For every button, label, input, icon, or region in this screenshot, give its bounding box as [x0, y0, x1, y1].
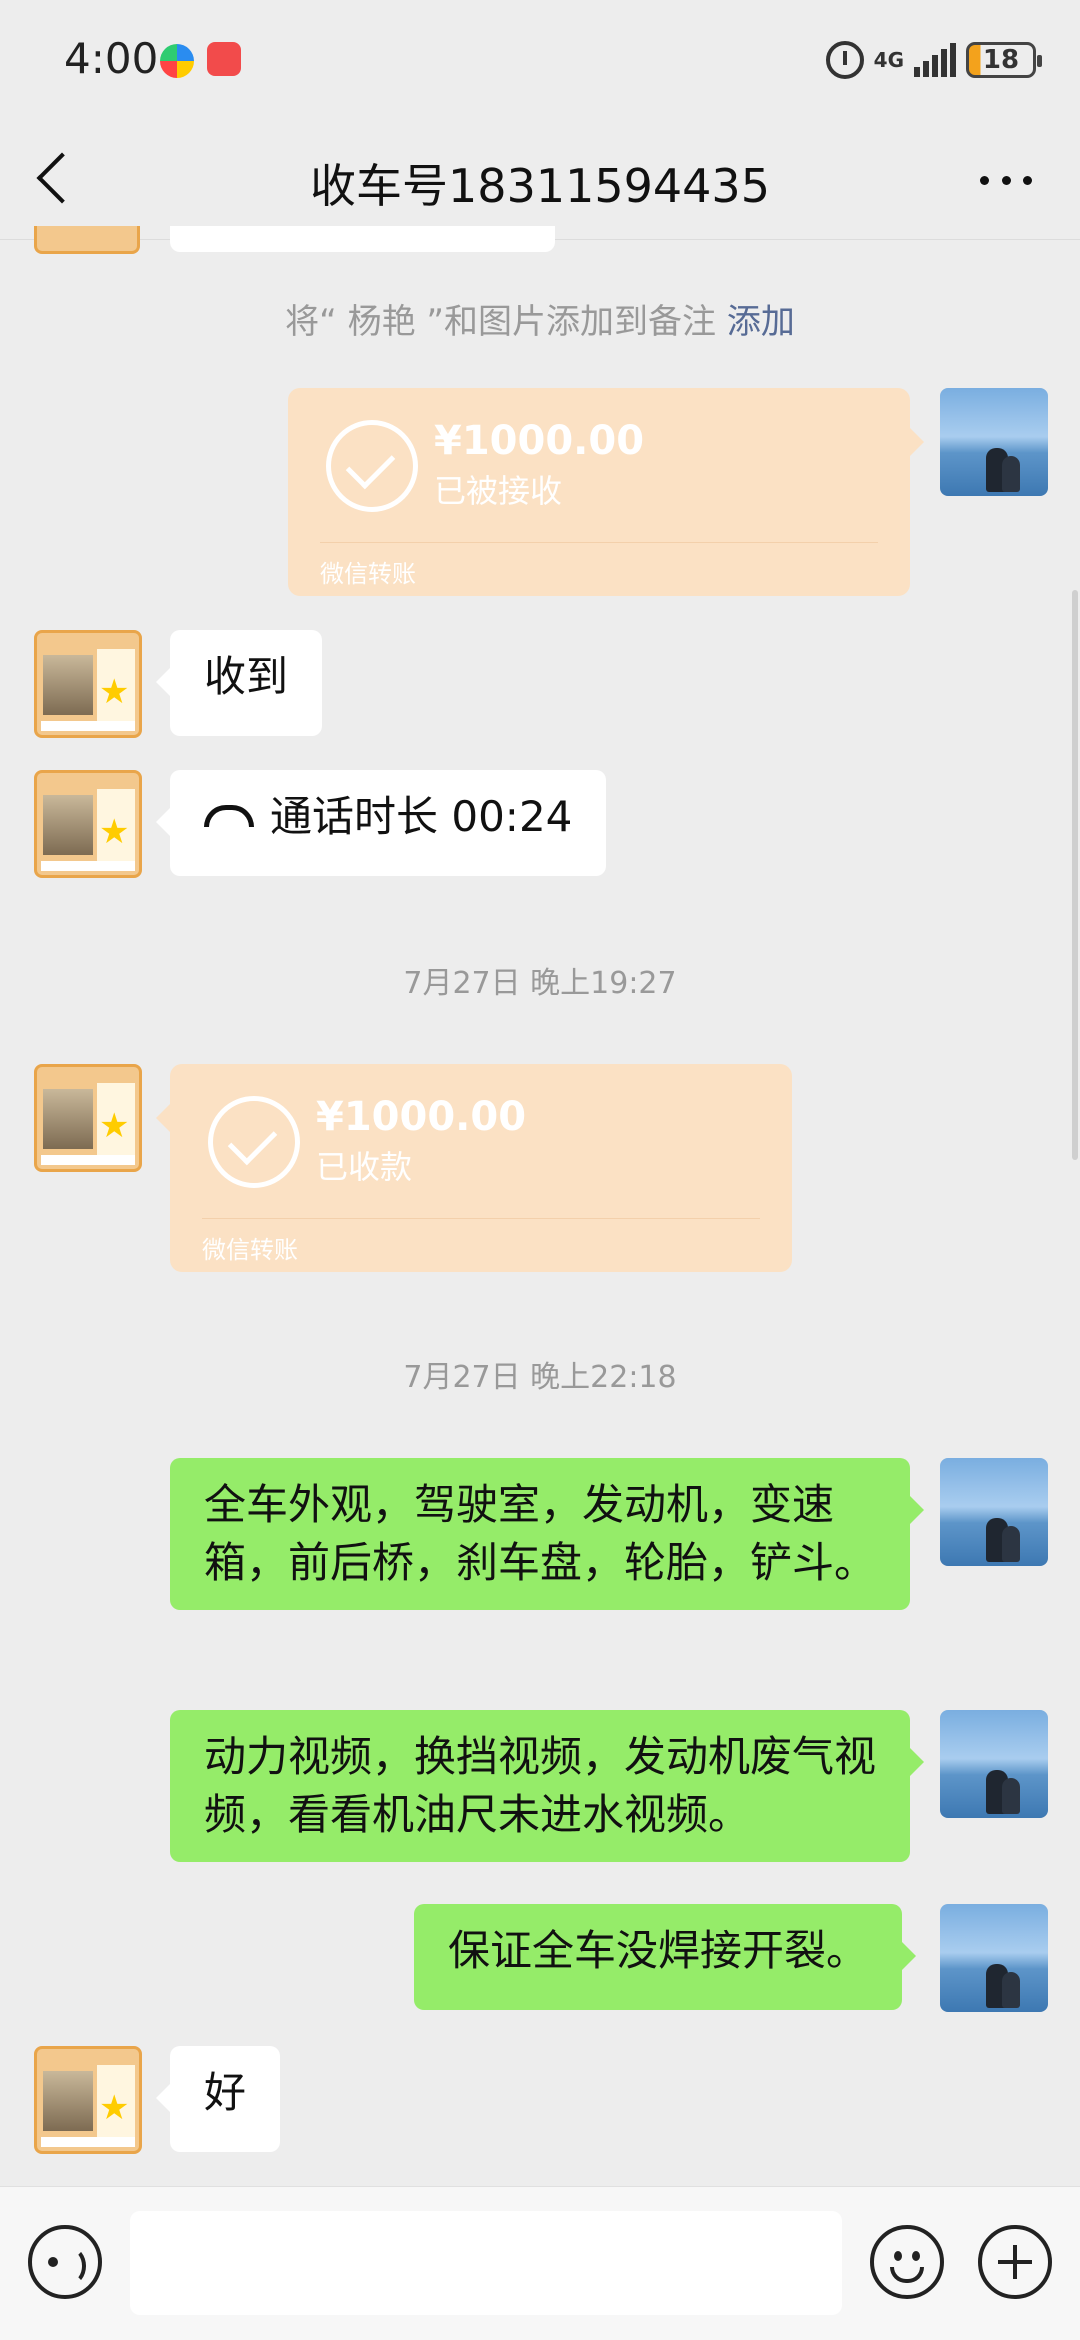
- transfer-divider: [202, 1218, 760, 1219]
- contact-avatar[interactable]: ★: [34, 630, 142, 738]
- previous-message-bubble[interactable]: [170, 226, 555, 252]
- transfer-amount: ¥1000.00: [316, 1094, 527, 1140]
- remark-suggestion: 将“ 杨艳 ”和图片添加到备注 添加: [0, 294, 1080, 343]
- battery-level: 18: [982, 45, 1020, 75]
- self-avatar[interactable]: [940, 1904, 1048, 2012]
- transfer-footer: 微信转账: [202, 1236, 298, 1264]
- app-notification-icon: [160, 44, 194, 78]
- message-text: 收到: [204, 652, 289, 701]
- call-record-bubble[interactable]: 通话时长 00:24: [155, 770, 607, 876]
- status-time: 4:00: [64, 34, 159, 83]
- phone-icon: [204, 804, 254, 827]
- voice-input-icon[interactable]: [28, 2225, 102, 2299]
- input-bar: [0, 2186, 1080, 2340]
- message-bubble-sent[interactable]: 动力视频，换挡视频，发动机废气视频，看看机油尺未进水视频。: [170, 1710, 924, 1862]
- alarm-icon: [825, 41, 864, 79]
- check-circle-icon: [326, 420, 418, 512]
- chat-title: 收车号18311594435: [310, 159, 770, 213]
- chat-header: 收车号18311594435: [0, 120, 1080, 240]
- signal-icon: [914, 43, 956, 77]
- huawei-store-icon: [207, 42, 241, 76]
- message-bubble-sent[interactable]: 全车外观，驾驶室，发动机，变速箱，前后桥，刹车盘，轮胎，铲斗。: [170, 1458, 924, 1610]
- message-text: 保证全车没焊接开裂。: [448, 1926, 869, 1975]
- transfer-footer: 微信转账: [320, 560, 416, 588]
- contact-avatar[interactable]: ★: [34, 770, 142, 878]
- message-input[interactable]: [130, 2211, 842, 2315]
- contact-avatar[interactable]: ★: [34, 2046, 142, 2154]
- transfer-card-received[interactable]: ¥1000.00 已收款 微信转账: [156, 1064, 792, 1272]
- more-options-icon[interactable]: [980, 176, 1032, 186]
- contact-avatar[interactable]: [34, 226, 140, 254]
- remark-suggestion-text: 将“ 杨艳 ”和图片添加到备注: [285, 302, 727, 342]
- message-text: 好: [204, 2068, 247, 2117]
- self-avatar[interactable]: [940, 1458, 1048, 1566]
- status-indicators: 4G 18: [825, 36, 1042, 84]
- timestamp: 7月27日 晚上22:18: [403, 1360, 677, 1395]
- self-avatar[interactable]: [940, 388, 1048, 496]
- transfer-divider: [320, 542, 878, 543]
- more-functions-icon[interactable]: [978, 2225, 1052, 2299]
- timestamp: 7月27日 晚上19:27: [403, 966, 677, 1001]
- message-bubble-received[interactable]: 收到: [155, 630, 323, 736]
- message-text: 动力视频，换挡视频，发动机废气视频，看看机油尺未进水视频。: [204, 1732, 877, 1839]
- network-type: 4G: [873, 48, 904, 72]
- check-circle-icon: [208, 1096, 300, 1188]
- scrollbar[interactable]: [1072, 590, 1078, 1160]
- status-bar: 4:00 4G 18: [0, 0, 1080, 120]
- battery-icon: 18: [966, 42, 1042, 78]
- message-bubble-sent[interactable]: 保证全车没焊接开裂。: [414, 1904, 917, 2010]
- add-remark-link[interactable]: 添加: [727, 302, 795, 342]
- message-text: 全车外观，驾驶室，发动机，变速箱，前后桥，刹车盘，轮胎，铲斗。: [204, 1480, 877, 1587]
- contact-avatar[interactable]: ★: [34, 1064, 142, 1172]
- transfer-status: 已被接收: [434, 472, 563, 510]
- self-avatar[interactable]: [940, 1710, 1048, 1818]
- emoji-icon[interactable]: [870, 2225, 944, 2299]
- message-bubble-received[interactable]: 好: [155, 2046, 281, 2152]
- transfer-amount: ¥1000.00: [434, 418, 645, 464]
- transfer-status: 已收款: [316, 1148, 413, 1186]
- transfer-card-sent[interactable]: ¥1000.00 已被接收 微信转账: [288, 388, 924, 596]
- call-duration: 通话时长 00:24: [270, 792, 573, 841]
